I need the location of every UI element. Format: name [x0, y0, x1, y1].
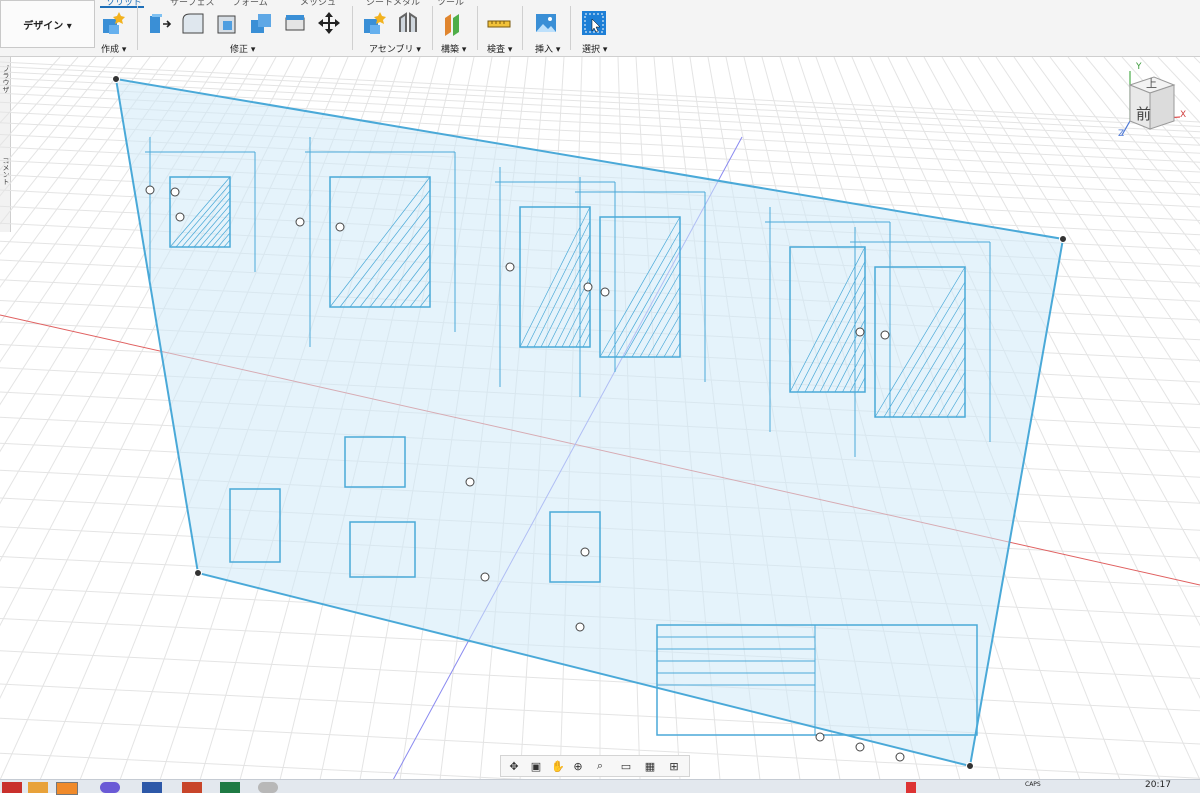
- matlab-icon[interactable]: [28, 782, 48, 793]
- pan-hand-icon[interactable]: ✋: [549, 759, 567, 773]
- grid-line: [1121, 57, 1200, 147]
- plane-corner-point: [966, 762, 974, 770]
- grid-line: [0, 57, 97, 171]
- tray-caps-indicator: CAPS: [1025, 781, 1041, 788]
- group-construct[interactable]: 構築 ▾: [441, 42, 466, 55]
- grid-line: [1157, 57, 1200, 103]
- sketch-point: [145, 185, 155, 195]
- group-create[interactable]: 作成 ▾: [101, 42, 126, 55]
- tab-sheetmetal[interactable]: シートメタル: [366, 0, 420, 8]
- sketch-point: [880, 330, 890, 340]
- app-icon[interactable]: [258, 782, 278, 793]
- zoom-icon[interactable]: ⊕: [569, 759, 587, 773]
- sketch-point: [855, 327, 865, 337]
- sketch-point: [575, 622, 585, 632]
- axis-x-label: X: [1180, 110, 1187, 120]
- grid-line: [1085, 57, 1200, 197]
- joint-icon[interactable]: [394, 9, 422, 37]
- viewcube-top-face[interactable]: 上: [1146, 75, 1157, 91]
- plane-corner-point: [112, 75, 120, 83]
- plane-corner-point: [1059, 235, 1067, 243]
- group-modify[interactable]: 修正 ▾: [230, 42, 255, 55]
- sketch-point: [583, 282, 593, 292]
- plane-corner-point: [194, 569, 202, 577]
- sketch-point: [295, 217, 305, 227]
- separator: [522, 6, 523, 50]
- new-assembly-component-icon[interactable]: [360, 9, 388, 37]
- chamfer-icon[interactable]: [213, 9, 241, 37]
- sketch-point: [505, 262, 515, 272]
- separator: [570, 6, 571, 50]
- separator: [137, 6, 138, 50]
- offset-plane-icon[interactable]: [440, 9, 468, 37]
- sketch-point: [335, 222, 345, 232]
- tab-surface[interactable]: サーフェス: [170, 0, 214, 8]
- powerpoint-icon[interactable]: [182, 782, 202, 793]
- fusion-app-icon[interactable]: [56, 782, 78, 795]
- measure-icon[interactable]: [485, 9, 513, 37]
- navigation-bar: ✥ ▣ ✋ ⊕ ⌕ ▭ ▦ ⊞: [500, 755, 690, 777]
- sketch-point: [855, 742, 865, 752]
- orbit-icon[interactable]: ✥: [505, 759, 523, 773]
- fit-zoom-icon[interactable]: ⌕: [591, 759, 609, 773]
- new-component-icon[interactable]: [99, 9, 127, 37]
- shell-icon[interactable]: [247, 9, 275, 37]
- sketch-point: [170, 187, 180, 197]
- scale-icon[interactable]: [281, 9, 309, 37]
- windows-taskbar: CAPS 20:17: [0, 779, 1200, 795]
- taskbar-clock[interactable]: 20:17: [1145, 780, 1171, 790]
- workspace-label: デザイン ▾: [23, 20, 72, 32]
- viewcube-front-face[interactable]: 前: [1136, 103, 1151, 124]
- word-icon[interactable]: [142, 782, 162, 793]
- select-icon[interactable]: [580, 9, 608, 37]
- browser-app-icon[interactable]: [100, 782, 120, 793]
- viewports-icon[interactable]: ⊞: [665, 759, 683, 773]
- workspace-switcher[interactable]: デザイン ▾: [0, 0, 95, 48]
- separator: [477, 6, 478, 50]
- separator: [352, 6, 353, 50]
- move-icon[interactable]: [315, 9, 343, 37]
- sketch-point: [465, 477, 475, 487]
- sketch-point: [175, 212, 185, 222]
- group-select[interactable]: 選択 ▾: [582, 42, 607, 55]
- axis-z-label: Z: [1118, 129, 1125, 139]
- separator: [432, 6, 433, 50]
- sketch-point: [600, 287, 610, 297]
- grid-settings-icon[interactable]: ▦: [641, 759, 659, 773]
- drawing-canvas-plane[interactable]: [112, 75, 1067, 770]
- grid-line: [1103, 57, 1200, 171]
- grid-line: [1013, 57, 1200, 324]
- group-insert[interactable]: 挿入 ▾: [535, 42, 560, 55]
- insert-image-icon[interactable]: [532, 9, 560, 37]
- sketch-point: [480, 572, 490, 582]
- ribbon-toolbar: デザイン ▾ ソリッド サーフェス フォーム メッシュ シートメタル ツール 作…: [0, 0, 1200, 57]
- grid-line: [0, 57, 79, 147]
- fillet-icon[interactable]: [179, 9, 207, 37]
- press-pull-icon[interactable]: [145, 9, 173, 37]
- tray-icon[interactable]: [906, 782, 916, 793]
- axis-y-label: Y: [1136, 62, 1142, 72]
- grid-line: [1139, 57, 1200, 124]
- tab-mesh[interactable]: メッシュ: [300, 0, 336, 8]
- sketch-point: [815, 732, 825, 742]
- display-settings-icon[interactable]: ▭: [617, 759, 635, 773]
- sketch-point: [895, 752, 905, 762]
- start-icon[interactable]: [2, 782, 22, 793]
- tab-tools[interactable]: ツール: [437, 0, 464, 8]
- view-cube[interactable]: 上 前 Y X Z: [1112, 62, 1190, 143]
- excel-icon[interactable]: [220, 782, 240, 793]
- 3d-viewport[interactable]: [0, 57, 1200, 780]
- tab-form[interactable]: フォーム: [232, 0, 268, 8]
- look-at-icon[interactable]: ▣: [527, 759, 545, 773]
- group-inspect[interactable]: 検査 ▾: [487, 42, 512, 55]
- group-assemble[interactable]: アセンブリ ▾: [369, 42, 421, 55]
- sketch-point: [580, 547, 590, 557]
